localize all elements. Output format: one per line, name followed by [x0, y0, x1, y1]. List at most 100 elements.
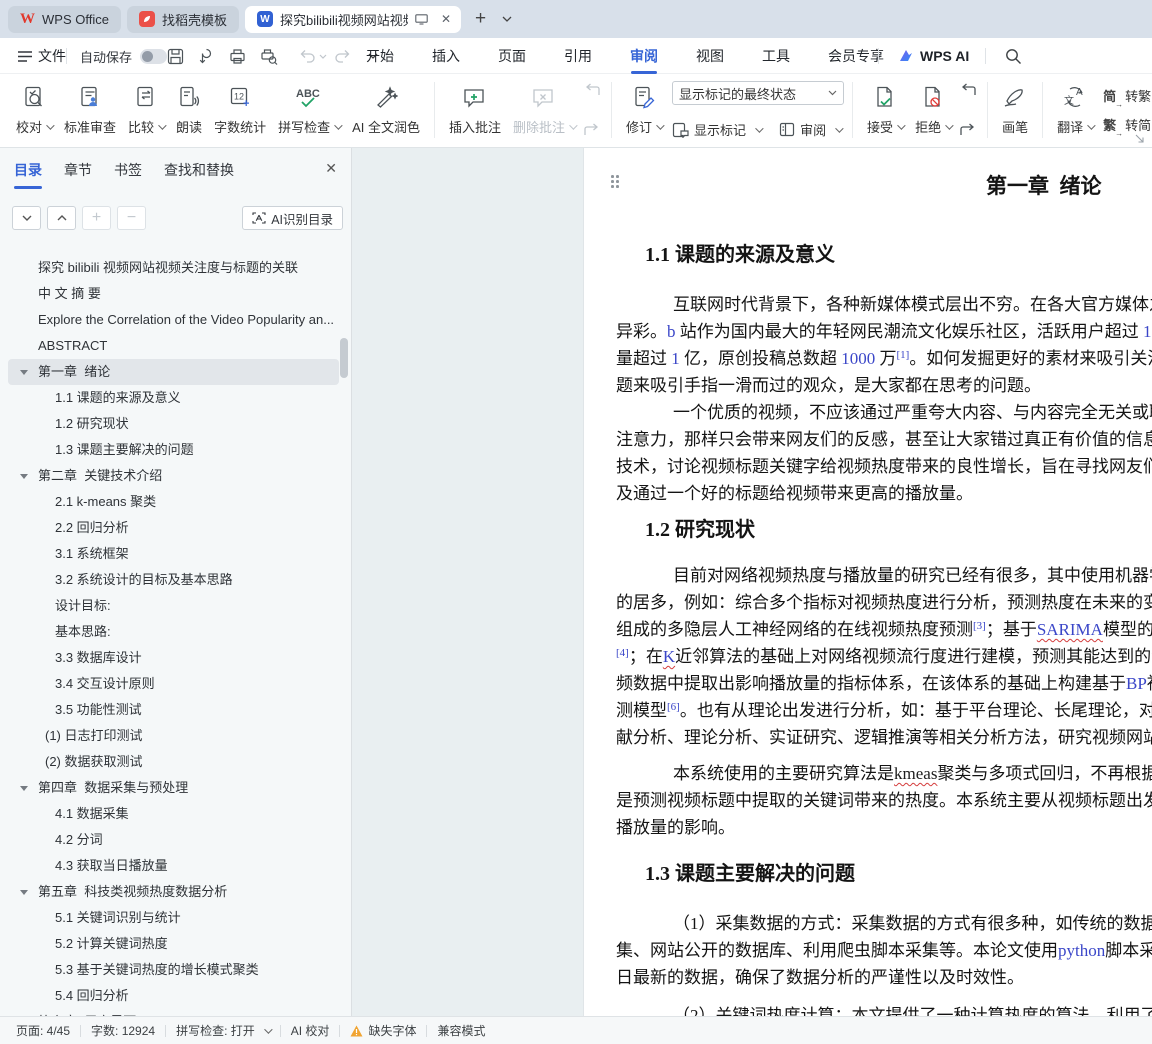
- menu-review[interactable]: 审阅: [630, 46, 658, 66]
- toc-item[interactable]: 3.1 系统框架: [0, 541, 341, 567]
- reject-revision-button[interactable]: 拒绝: [909, 81, 957, 137]
- sidebar-close-icon[interactable]: ✕: [325, 160, 337, 177]
- menu-tools[interactable]: 工具: [762, 46, 790, 66]
- toc-collapse-arrow-icon[interactable]: [20, 474, 28, 479]
- sidebar-scrollbar-thumb[interactable]: [340, 338, 348, 378]
- undo-dropdown-icon[interactable]: [319, 54, 327, 59]
- toc-item[interactable]: 第四章 数据采集与预处理: [0, 775, 341, 801]
- undo-icon[interactable]: [299, 49, 316, 64]
- toc-item[interactable]: 1.2 研究现状: [0, 411, 341, 437]
- ink-pen-button[interactable]: 画笔: [996, 81, 1034, 137]
- toc-collapse-arrow-icon[interactable]: [20, 786, 28, 791]
- toc-item[interactable]: 5.2 计算关键词热度: [0, 931, 341, 957]
- status-missing-font[interactable]: 缺失字体: [350, 1022, 416, 1039]
- menu-member[interactable]: 会员专享: [828, 46, 884, 66]
- toc-item[interactable]: 第二章 关键技术介绍: [0, 463, 341, 489]
- ribbon-collapse-icon[interactable]: [1135, 134, 1144, 143]
- paragraph-drag-handle-icon[interactable]: [611, 175, 620, 189]
- toc-item[interactable]: 探究 bilibili 视频网站视频关注度与标题的关联: [0, 255, 341, 281]
- toc-item[interactable]: 第五章 科技类视频热度数据分析: [0, 879, 341, 905]
- toc-item[interactable]: 设计目标:: [0, 593, 341, 619]
- accept-revision-button[interactable]: 接受: [861, 81, 909, 137]
- file-menu[interactable]: 文件: [38, 46, 66, 66]
- sidebar-tab-bookmarks[interactable]: 书签: [114, 160, 142, 180]
- delete-comment-button[interactable]: 删除批注: [507, 81, 581, 137]
- tab-document-active[interactable]: W 探究bilibili视频网站视频关注度与标题的关联 ✕: [245, 6, 461, 33]
- markup-state-dropdown[interactable]: 显示标记的最终状态: [672, 81, 844, 105]
- next-revision-icon[interactable]: [959, 123, 977, 139]
- status-word-count[interactable]: 字数: 12924: [91, 1022, 155, 1039]
- toc-item[interactable]: 4.1 数据采集: [0, 801, 341, 827]
- previous-comment-icon[interactable]: [583, 83, 601, 99]
- sidebar-tab-chapters[interactable]: 章节: [64, 160, 92, 180]
- to-traditional-button[interactable]: 简 转繁: [1103, 86, 1151, 105]
- status-ai-proofread[interactable]: AI 校对: [291, 1022, 330, 1039]
- print-icon[interactable]: [229, 48, 246, 65]
- toc-item[interactable]: ABSTRACT: [0, 333, 341, 359]
- toc-item[interactable]: 2.1 k-means 聚类: [0, 489, 341, 515]
- status-spellcheck[interactable]: 拼写检查: 打开: [176, 1022, 270, 1039]
- status-page[interactable]: 页面: 4/45: [16, 1022, 70, 1039]
- sidebar-tab-find-replace[interactable]: 查找和替换: [164, 160, 234, 180]
- close-tab-icon[interactable]: ✕: [439, 12, 453, 26]
- toc-item[interactable]: 5.4 回归分析: [0, 983, 341, 1009]
- track-changes-button[interactable]: 修订: [620, 81, 668, 137]
- toc-collapse-arrow-icon[interactable]: [20, 370, 28, 375]
- menu-insert[interactable]: 插入: [432, 46, 460, 66]
- toc-item[interactable]: 3.5 功能性测试: [0, 697, 341, 723]
- translate-button[interactable]: 文 A 翻译: [1051, 81, 1099, 137]
- toc-item[interactable]: 3.4 交互设计原则: [0, 671, 341, 697]
- compare-button[interactable]: 比较: [122, 81, 170, 137]
- wps-ai-button[interactable]: WPS AI: [898, 38, 969, 74]
- toc-item[interactable]: 3.2 系统设计的目标及基本思路: [0, 567, 341, 593]
- standard-review-button[interactable]: 标准审查: [58, 81, 122, 137]
- toc-item[interactable]: 1.3 课题主要解决的问题: [0, 437, 341, 463]
- ai-polish-button[interactable]: AI 全文润色: [346, 81, 426, 137]
- toc-collapse-button[interactable]: [12, 206, 41, 230]
- redo-icon[interactable]: [334, 49, 351, 64]
- new-tab-icon[interactable]: +: [475, 8, 486, 30]
- toc-item[interactable]: 3.3 数据库设计: [0, 645, 341, 671]
- proofread-button[interactable]: 校对: [10, 81, 58, 137]
- ai-recognize-toc-button[interactable]: AI识别目录: [242, 206, 343, 230]
- print-preview-icon[interactable]: [260, 48, 278, 65]
- menu-home[interactable]: 开始: [366, 46, 394, 66]
- toc-item[interactable]: 基本思路:: [0, 619, 341, 645]
- insert-comment-button[interactable]: 插入批注: [443, 81, 507, 137]
- main-menu-icon[interactable]: [18, 51, 32, 62]
- menu-view[interactable]: 视图: [696, 46, 724, 66]
- toc-item[interactable]: 第六章 用户界面: [0, 1009, 341, 1016]
- next-comment-icon[interactable]: [583, 123, 601, 139]
- status-compatibility-mode[interactable]: 兼容模式: [437, 1022, 485, 1039]
- menu-reference[interactable]: 引用: [564, 46, 592, 66]
- toc-expand-button[interactable]: [47, 206, 76, 230]
- sidebar-tab-contents[interactable]: 目录: [14, 160, 42, 180]
- tab-docer-templates[interactable]: 找稻壳模板: [127, 6, 239, 33]
- toc-item[interactable]: 5.1 关键词识别与统计: [0, 905, 341, 931]
- toc-item[interactable]: (1) 日志打印测试: [0, 723, 341, 749]
- toc-item[interactable]: 4.2 分词: [0, 827, 341, 853]
- read-aloud-button[interactable]: 朗读: [170, 81, 208, 137]
- search-button[interactable]: [1005, 38, 1022, 74]
- toc-collapse-arrow-icon[interactable]: [20, 890, 28, 895]
- show-markup-button[interactable]: 显示标记: [672, 120, 761, 139]
- toc-item[interactable]: 5.3 基于关键词热度的增长模式聚类: [0, 957, 341, 983]
- reviewing-pane-button[interactable]: 审阅: [779, 120, 841, 139]
- spell-check-button[interactable]: ABC 拼写检查: [272, 81, 346, 137]
- toc-item[interactable]: 第一章 绪论: [8, 359, 339, 385]
- tab-wps-office[interactable]: W WPS Office: [8, 6, 121, 33]
- toc-item[interactable]: Explore the Correlation of the Video Pop…: [0, 307, 341, 333]
- export-pdf-icon[interactable]: [198, 48, 215, 65]
- word-count-button[interactable]: 12 + 字数统计: [208, 81, 272, 137]
- save-icon[interactable]: [167, 48, 184, 65]
- toc-item[interactable]: (2) 数据获取测试: [0, 749, 341, 775]
- tab-list-chevron-icon[interactable]: [502, 16, 512, 22]
- toc-item[interactable]: 1.1 课题的来源及意义: [0, 385, 341, 411]
- toc-item[interactable]: 4.3 获取当日播放量: [0, 853, 341, 879]
- to-simplified-button[interactable]: 繁 转简: [1103, 115, 1151, 134]
- toc-item[interactable]: 中 文 摘 要: [0, 281, 341, 307]
- menu-page[interactable]: 页面: [498, 46, 526, 66]
- toc-zoom-out-button[interactable]: −: [117, 206, 146, 230]
- document-area[interactable]: 第一章 绪论 1.1 课题的来源及意义 1.2 研究现状 1.3 课题主要解决的…: [352, 148, 1152, 1030]
- toc-zoom-in-button[interactable]: +: [82, 206, 111, 230]
